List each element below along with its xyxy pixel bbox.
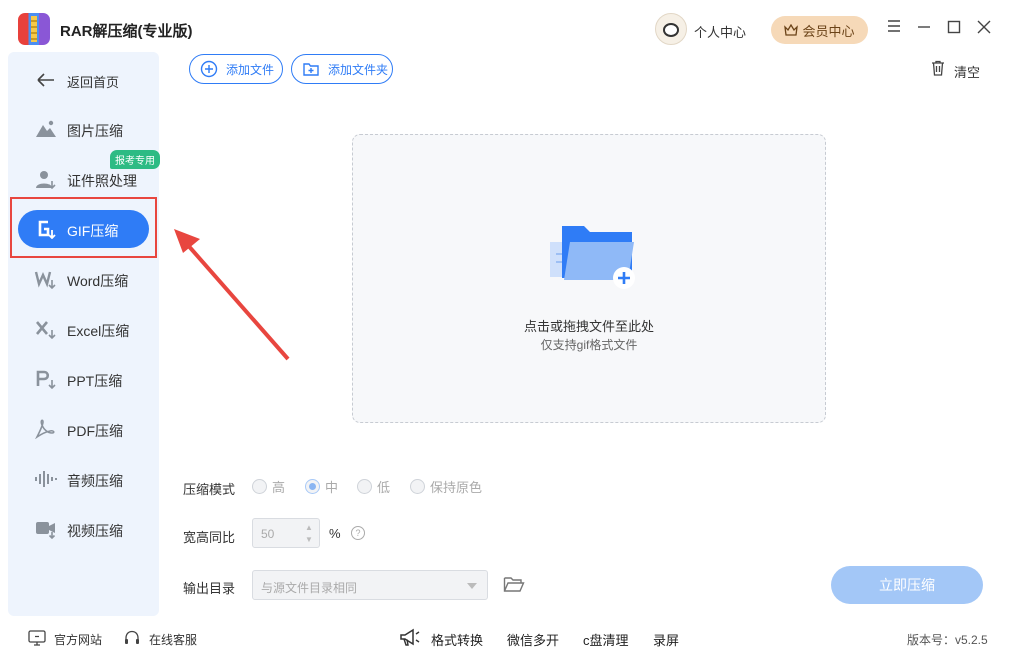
sidebar-item-image[interactable]: 图片压缩 xyxy=(18,110,149,148)
sidebar-item-label: 音频压缩 xyxy=(67,473,123,489)
ratio-unit: % xyxy=(329,526,341,541)
user-center-link[interactable]: 个人中心 xyxy=(694,22,746,41)
sidebar-item-label: PPT压缩 xyxy=(67,373,123,389)
screen-record-link[interactable]: 录屏 xyxy=(653,630,679,649)
mode-radio-label: 中 xyxy=(325,480,339,495)
output-dir-select[interactable]: 与源文件目录相同 xyxy=(252,570,488,600)
title-bar: RAR解压缩(专业版) 个人中心 会员中心 xyxy=(0,0,1014,56)
back-home-button[interactable]: 返回首页 xyxy=(18,61,149,99)
ratio-value: 50 xyxy=(261,527,275,541)
drop-zone-title: 点击或拖拽文件至此处 xyxy=(523,319,654,334)
mode-radio-keep-color[interactable]: 保持原色 xyxy=(410,477,482,496)
add-folder-button[interactable]: 添加文件夹 xyxy=(291,54,393,84)
vip-center-button[interactable]: 会员中心 xyxy=(771,16,868,44)
app-logo-icon xyxy=(18,13,50,45)
ratio-input[interactable]: 50 ▲ ▼ xyxy=(252,518,320,548)
video-icon xyxy=(36,522,56,539)
ratio-label: 宽高同比 xyxy=(183,530,236,545)
clear-label: 清空 xyxy=(954,65,981,80)
sidebar-item-ppt[interactable]: PPT压缩 xyxy=(18,360,149,398)
sidebar-item-label: PDF压缩 xyxy=(67,423,123,439)
maximize-icon[interactable] xyxy=(946,20,962,36)
headset-icon xyxy=(125,630,139,644)
sidebar-item-excel[interactable]: Excel压缩 xyxy=(18,310,149,348)
plus-circle-icon xyxy=(200,60,218,78)
mode-radio-label: 高 xyxy=(272,480,286,495)
minimize-icon[interactable] xyxy=(916,20,932,36)
ppt-icon xyxy=(36,370,56,389)
radio-dot xyxy=(410,479,425,494)
chevron-down-icon xyxy=(467,583,477,589)
back-home-label: 返回首页 xyxy=(67,75,120,90)
vip-center-label: 会员中心 xyxy=(802,23,855,39)
drop-zone-hint: 仅支持gif格式文件 xyxy=(540,338,638,352)
format-convert-link[interactable]: 格式转换 xyxy=(431,630,483,649)
support-label: 在线客服 xyxy=(149,633,198,647)
radio-dot xyxy=(252,479,267,494)
excel-icon xyxy=(36,321,56,339)
highlight-box xyxy=(10,197,157,258)
sidebar-item-label: 视频压缩 xyxy=(67,523,123,539)
folder-plus-icon xyxy=(303,63,319,76)
sidebar-item-audio[interactable]: 音频压缩 xyxy=(18,460,149,498)
output-dir-value: 与源文件目录相同 xyxy=(261,581,358,595)
id-photo-icon xyxy=(36,171,56,189)
sidebar-item-label: 证件照处理 xyxy=(67,173,137,189)
audio-icon xyxy=(35,471,57,487)
spin-up-icon[interactable]: ▲ xyxy=(305,523,315,533)
website-label: 官方网站 xyxy=(54,633,103,647)
sidebar-item-label: Excel压缩 xyxy=(67,323,130,339)
pdf-icon xyxy=(35,419,55,439)
megaphone-icon xyxy=(400,628,420,646)
spin-down-icon[interactable]: ▼ xyxy=(305,535,315,545)
sidebar-item-video[interactable]: 视频压缩 xyxy=(18,510,149,548)
folder-open-icon[interactable] xyxy=(503,575,525,593)
mode-radio-low[interactable]: 低 xyxy=(357,477,390,496)
add-folder-label: 添加文件夹 xyxy=(328,62,389,77)
sidebar-item-pdf[interactable]: PDF压缩 xyxy=(18,410,149,448)
compress-mode-label: 压缩模式 xyxy=(183,482,236,497)
mode-radio-label: 保持原色 xyxy=(430,480,483,495)
add-file-button[interactable]: 添加文件 xyxy=(189,54,283,84)
folder-add-icon xyxy=(550,226,635,289)
word-icon xyxy=(34,271,56,289)
radio-dot xyxy=(357,479,372,494)
exam-badge: 报考专用 xyxy=(110,150,160,169)
annotation-arrow xyxy=(174,229,290,361)
app-title: RAR解压缩(专业版) xyxy=(60,23,193,40)
sidebar-item-label: 图片压缩 xyxy=(67,123,123,139)
c-drive-clean-link[interactable]: c盘清理 xyxy=(583,630,629,649)
mode-radio-medium[interactable]: 中 xyxy=(305,477,338,496)
sidebar: 返回首页 图片压缩 证件照处理 GIF压缩 Word压缩 Excel压缩 PPT… xyxy=(8,52,159,616)
wechat-multi-link[interactable]: 微信多开 xyxy=(507,630,559,649)
mode-radio-label: 低 xyxy=(377,480,391,495)
crown-icon xyxy=(784,24,799,36)
close-icon[interactable] xyxy=(976,20,992,36)
user-avatar[interactable] xyxy=(655,13,687,45)
help-icon[interactable]: ? xyxy=(351,526,365,540)
file-drop-zone[interactable]: 点击或拖拽文件至此处 仅支持gif格式文件 xyxy=(352,134,826,423)
sidebar-item-label: Word压缩 xyxy=(67,273,129,289)
monitor-icon xyxy=(28,630,46,646)
output-dir-label: 输出目录 xyxy=(183,581,236,596)
image-icon xyxy=(36,120,56,137)
trash-icon xyxy=(932,60,944,76)
compress-now-button[interactable]: 立即压缩 xyxy=(831,566,983,604)
arrow-left-icon xyxy=(37,73,54,87)
mode-radio-high[interactable]: 高 xyxy=(252,477,285,496)
sidebar-item-word[interactable]: Word压缩 xyxy=(18,260,149,298)
version-label: 版本号：v5.2.5 xyxy=(907,633,988,647)
radio-dot xyxy=(305,479,320,494)
menu-icon[interactable] xyxy=(886,20,902,36)
add-file-label: 添加文件 xyxy=(226,62,275,77)
